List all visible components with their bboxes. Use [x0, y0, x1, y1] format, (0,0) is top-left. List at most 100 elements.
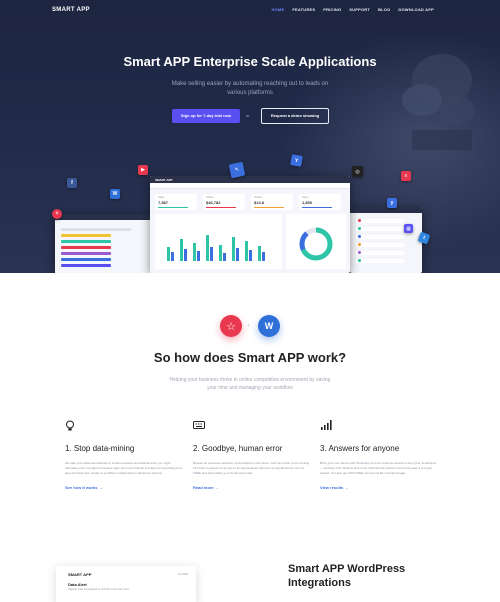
request-demo-button[interactable]: Request a demo showing	[261, 108, 329, 124]
stat-progress	[206, 207, 236, 208]
top-navigation: SMART APP HOME FEATURES PRICING SUPPORT …	[0, 0, 500, 20]
lightbulb-icon	[65, 420, 183, 434]
step-link-label[interactable]: Read more	[193, 485, 214, 490]
site-logo[interactable]: SMART APP	[52, 7, 90, 13]
step-text: We take your data automatically to surfa…	[65, 461, 183, 475]
chart-bar	[223, 253, 226, 261]
list-row	[61, 228, 131, 231]
list-row	[61, 240, 111, 243]
wordpress-section-title: Smart APP WordPress Integrations	[288, 563, 406, 589]
panel-header	[55, 214, 155, 220]
list-row	[61, 246, 111, 249]
chart-bar	[262, 252, 265, 261]
bar-chart-widget	[155, 214, 282, 269]
feed-row	[356, 243, 404, 247]
document-icon: ≡	[401, 171, 411, 181]
step-title: 3. Answers for anyone	[320, 444, 400, 453]
card-logo: SMART APP	[68, 572, 92, 577]
dashboard-subbar	[150, 183, 350, 189]
section-title: So how does Smart APP work?	[153, 350, 347, 365]
chart-bar	[180, 239, 183, 261]
stat-card: Sales 7,587	[155, 194, 197, 210]
step-text: Bring your own device with SmartApp.com …	[320, 461, 437, 475]
donut-chart	[299, 227, 333, 261]
chart-bar	[206, 235, 209, 261]
step-title: 1. Stop data-mining	[65, 444, 135, 453]
step-link[interactable]: Read more →	[193, 485, 311, 490]
stat-value: 7,587	[158, 200, 169, 205]
stat-label: Orders	[206, 196, 214, 199]
chart-bar	[249, 250, 252, 261]
stat-card: Visitors $13.8	[251, 194, 293, 210]
list-row	[61, 252, 111, 255]
card-close-button[interactable]: CLOSE	[178, 572, 188, 576]
chart-bar	[258, 246, 261, 261]
arrow-right-icon: →	[98, 485, 103, 490]
stat-value: 1,890	[302, 200, 313, 205]
step-link[interactable]: See how it works →	[65, 485, 183, 490]
nav-item-features[interactable]: FEATURES	[292, 7, 315, 12]
nav-item-pricing[interactable]: PRICING	[323, 7, 341, 12]
stat-progress	[158, 207, 188, 208]
feed-row	[356, 259, 404, 263]
youtube-icon: ▶	[138, 165, 148, 175]
chart-bar	[232, 237, 235, 261]
signup-trial-button[interactable]: Sign up for 7-day trial now	[172, 109, 240, 123]
step-title: 2. Goodbye, human error	[193, 444, 283, 453]
stat-progress	[302, 207, 332, 208]
chart-bar	[245, 241, 248, 261]
chart-bar	[219, 245, 222, 261]
dashboard-preview-right	[350, 207, 422, 273]
nav-item-support[interactable]: SUPPORT	[349, 7, 370, 12]
nav-menu: HOME FEATURES PRICING SUPPORT BLOG DOWNL…	[272, 7, 434, 12]
list-row	[61, 258, 111, 261]
arrow-right-icon: →	[344, 485, 349, 490]
card-text: Signup has increased to 4,578 in the las…	[68, 587, 130, 591]
step-1: 1. Stop data-mining We take your data au…	[65, 420, 183, 490]
arrow-right-icon: →	[214, 485, 219, 490]
step-text: Browse an extensive selection of SmartAp…	[193, 461, 310, 475]
step-3: 3. Answers for anyone Bring your own dev…	[320, 420, 438, 490]
hero-subtitle: Make selling easier by automating reachi…	[171, 81, 329, 96]
dashboard-topbar: SMART APP	[150, 176, 350, 183]
step-link[interactable]: View results →	[320, 485, 438, 490]
yahoo-icon: y	[387, 198, 397, 208]
chart-bar	[171, 252, 174, 261]
bicycle-icon: ⚘	[52, 209, 62, 219]
star-icon: ☆	[220, 315, 242, 337]
bar-chart-bars	[165, 231, 274, 261]
keyboard-icon	[193, 420, 311, 434]
stat-progress	[254, 207, 284, 208]
dashboard-logo: SMART APP	[155, 177, 173, 182]
wordpress-icon: W	[110, 189, 120, 199]
stat-label: Visitors	[254, 196, 263, 199]
dashboard-preview-main: SMART APP Sales 7,587 Orders $46,782 Vis…	[150, 176, 350, 273]
nav-item-blog[interactable]: BLOG	[378, 7, 390, 12]
stat-card: Orders $46,782	[203, 194, 245, 210]
feed-row	[356, 227, 404, 231]
chart-bar	[236, 248, 239, 261]
section-subtitle: Helping your business thrive in online c…	[169, 377, 331, 391]
hero-section: SMART APP HOME FEATURES PRICING SUPPORT …	[0, 0, 500, 273]
feed-row	[356, 219, 404, 223]
instagram-icon: ◎	[352, 166, 363, 177]
feed-row	[356, 251, 404, 255]
list-row	[61, 264, 111, 267]
chart-bar	[167, 247, 170, 261]
hero-title: Smart APP Enterprise Scale Applications	[123, 54, 377, 69]
stat-card: Users 1,890	[299, 194, 341, 210]
integration-icons: ☆ + W	[0, 315, 500, 339]
stat-label: Sales	[158, 196, 165, 199]
plus-icon: +	[247, 323, 250, 329]
chart-bar	[210, 247, 213, 261]
step-link-label[interactable]: See how it works	[65, 485, 97, 490]
nav-item-home[interactable]: HOME	[272, 7, 285, 12]
or-label: or	[246, 113, 250, 118]
step-link-label[interactable]: View results	[320, 485, 343, 490]
facebook-icon: f	[67, 178, 77, 188]
chart-bar	[197, 251, 200, 261]
list-row	[61, 234, 111, 237]
feed-row	[356, 235, 404, 239]
nav-item-download-app[interactable]: DOWNLOAD APP	[398, 7, 434, 12]
donut-chart-widget	[286, 214, 346, 269]
